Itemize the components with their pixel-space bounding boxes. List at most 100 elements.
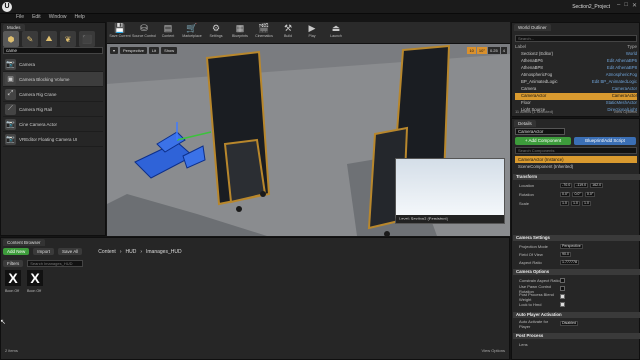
table-row[interactable]: AthenaBP8 Edit AthenaBP8 xyxy=(515,65,637,72)
breadcrumb-item[interactable]: HUD xyxy=(125,249,136,255)
auto-player-select[interactable]: Disabled xyxy=(560,321,578,326)
outliner-footer: 11 actors (1 selected) View Options xyxy=(515,109,637,114)
menu-window[interactable]: Window xyxy=(49,14,67,22)
lock-hmd-checkbox[interactable] xyxy=(560,302,565,307)
place-mode-icon[interactable]: ⬢ xyxy=(3,31,19,47)
breadcrumb-item[interactable]: Imanages_HUD xyxy=(146,249,182,255)
aspect-field[interactable]: 1.777778 xyxy=(560,260,579,265)
projection-select[interactable]: Perspective xyxy=(560,244,583,249)
scale-snap-button[interactable]: 0.25 xyxy=(487,47,500,54)
table-row[interactable]: Camera CameraActor xyxy=(515,86,637,93)
table-row[interactable]: AtmosphericFog AtmosphericFog xyxy=(515,72,637,79)
auto-player-section[interactable]: Auto Player Activation xyxy=(513,312,640,318)
geometry-mode-icon[interactable]: ⬛ xyxy=(79,31,95,47)
save-current-button[interactable]: 💾 Save Current xyxy=(109,22,131,44)
build-button[interactable]: ⚒ Build xyxy=(277,22,299,44)
show-button[interactable]: Show xyxy=(161,47,178,54)
asset-search-input[interactable]: Search Imanages_HUD xyxy=(27,260,84,267)
camera-settings-section[interactable]: Camera Settings xyxy=(513,235,640,241)
list-item[interactable]: 📷 Camera xyxy=(3,57,103,72)
blend-weight-checkbox[interactable] xyxy=(560,294,565,299)
breadcrumb-item[interactable]: Content xyxy=(98,249,116,255)
scale-x-field[interactable]: 1.0 xyxy=(560,201,569,206)
scale-z-field[interactable]: 1.0 xyxy=(582,201,591,206)
cinematics-button[interactable]: 🎬 Cinematics xyxy=(253,22,275,44)
foliage-mode-icon[interactable]: ❦ xyxy=(60,31,76,47)
camera-options-section[interactable]: Camera Options xyxy=(513,269,640,275)
menu-file[interactable]: File xyxy=(16,14,24,22)
rotation-y-field[interactable]: 0.0° xyxy=(572,192,583,197)
list-item[interactable]: 📷 Cine Camera Actor xyxy=(3,117,103,132)
menu-edit[interactable]: Edit xyxy=(32,14,41,22)
outliner-search-input[interactable]: Search... xyxy=(515,35,637,42)
filters-button[interactable]: Filters xyxy=(3,260,24,267)
type-column[interactable]: Type xyxy=(627,44,637,49)
location-z-field[interactable]: 162.0 xyxy=(590,183,604,188)
table-row-selected[interactable]: CameraActor CameraActor xyxy=(515,93,637,100)
modes-search-input[interactable]: came xyxy=(3,47,103,54)
table-row[interactable]: BP_AnimatedLogic Edit BP_AnimatedLogic xyxy=(515,79,637,86)
table-row[interactable]: Floor StaticMeshActor xyxy=(515,100,637,107)
location-y-field[interactable]: -119.0 xyxy=(574,183,589,188)
cb-view-options[interactable]: View Options xyxy=(482,348,506,353)
outliner-view-options[interactable]: View Options xyxy=(614,109,638,114)
add-component-button[interactable]: + Add Component xyxy=(515,137,571,145)
maximize-button[interactable]: □ xyxy=(624,2,628,9)
post-process-section[interactable]: Post Process xyxy=(513,333,640,339)
modes-tab[interactable]: Modes xyxy=(3,24,25,31)
blueprint-script-button[interactable]: Blueprint/Add Script xyxy=(574,137,636,145)
landscape-mode-icon[interactable]: ⛰ xyxy=(41,31,57,47)
content-button[interactable]: ▤ Content xyxy=(157,22,179,44)
viewport-options: ▾ Perspective Lit Show xyxy=(110,47,178,54)
component-list: CameraActor (Instance) SceneComponent (I… xyxy=(515,156,637,170)
source-control-button[interactable]: ⛁ Source Control xyxy=(132,22,156,44)
actor-name-field[interactable]: CameraActor xyxy=(515,128,565,135)
fov-row: Field Of View 90.0 xyxy=(519,252,571,257)
minimize-button[interactable]: – xyxy=(617,2,620,9)
launch-button[interactable]: ⏏ Launch xyxy=(325,22,347,44)
close-button[interactable]: ✕ xyxy=(632,2,637,9)
transform-section[interactable]: Transform xyxy=(513,174,640,180)
list-item[interactable]: SceneComponent (Inherited) xyxy=(515,163,637,170)
component-search-input[interactable]: Search Components xyxy=(515,147,637,154)
rotation-x-field[interactable]: 0.0° xyxy=(560,192,571,197)
rotation-z-field[interactable]: 0.0° xyxy=(584,192,596,197)
label-column[interactable]: Label xyxy=(515,44,526,49)
list-item[interactable]: CameraActor (Instance) xyxy=(515,156,637,163)
pawn-control-checkbox[interactable] xyxy=(560,286,565,291)
scale-y-field[interactable]: 1.0 xyxy=(571,201,580,206)
import-button[interactable]: Import xyxy=(33,248,55,255)
paint-mode-icon[interactable]: ✎ xyxy=(22,31,38,47)
asset-tile[interactable]: X Boon Off xyxy=(5,270,21,293)
constrain-aspect-checkbox[interactable] xyxy=(560,278,565,283)
menu-help[interactable]: Help xyxy=(74,14,84,22)
content-browser-tab[interactable]: Content Browser xyxy=(3,239,45,246)
add-new-button[interactable]: Add New xyxy=(3,248,30,255)
list-item[interactable]: ⟋ Camera Rig Rail xyxy=(3,102,103,117)
table-row[interactable]: AthenaBP6 Edit AthenaBP6 xyxy=(515,58,637,65)
play-button[interactable]: ▶ Play xyxy=(301,22,323,44)
asset-tile[interactable]: X Boon Off xyxy=(27,270,43,293)
marketplace-button[interactable]: 🛒 Marketplace xyxy=(181,22,203,44)
grid-snap-button[interactable]: 10 xyxy=(467,47,476,54)
details-tab[interactable]: Details xyxy=(514,120,536,127)
list-item[interactable]: ▣ Camera Blocking Volume xyxy=(3,72,103,87)
camera-speed-button[interactable]: 4 xyxy=(500,47,507,54)
details-panel: Details CameraActor + Add Component Blue… xyxy=(511,118,640,360)
camera-preview: Level: Section2 (Persistent) xyxy=(395,158,505,224)
table-row[interactable]: Section2 (Editor) World xyxy=(515,51,637,58)
rotation-snap-button[interactable]: 10° xyxy=(476,47,487,54)
perspective-button[interactable]: Perspective xyxy=(120,47,147,54)
outliner-tab[interactable]: World Outliner xyxy=(514,24,551,31)
list-item[interactable]: ⤢ Camera Rig Crane xyxy=(3,87,103,102)
save-all-button[interactable]: Save All xyxy=(58,248,83,255)
fov-field[interactable]: 90.0 xyxy=(560,252,571,257)
location-x-field[interactable]: -70.0 xyxy=(560,183,573,188)
viewport-menu-button[interactable]: ▾ xyxy=(110,47,119,54)
blueprints-button[interactable]: ▦ Blueprints xyxy=(229,22,251,44)
breadcrumb: Content › HUD › Imanages_HUD xyxy=(98,249,181,255)
level-viewport[interactable]: ▾ Perspective Lit Show 10 10° 0.25 4 Lev… xyxy=(107,44,510,236)
settings-button[interactable]: ⚙ Settings xyxy=(205,22,227,44)
lit-button[interactable]: Lit xyxy=(148,47,160,54)
list-item[interactable]: 📷 VREditor Floating Camera UI xyxy=(3,132,103,147)
